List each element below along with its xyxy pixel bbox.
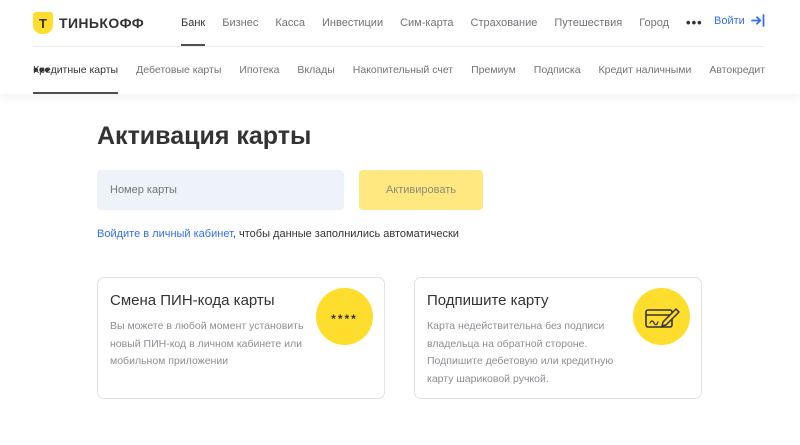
- site-header: T ТИНЬКОФФ Банк Бизнес Касса Инвестиции …: [0, 0, 800, 94]
- sub-nav-item-premium[interactable]: Премиум: [471, 47, 516, 94]
- sub-nav: Кредитные карты Дебетовые карты Ипотека …: [33, 47, 783, 94]
- top-nav: Банк Бизнес Касса Инвестиции Сим-карта С…: [181, 0, 720, 46]
- pin-card-text: Вы можете в любой момент установить новы…: [110, 320, 304, 367]
- login-button[interactable]: Войти: [714, 14, 766, 27]
- login-label: Войти: [714, 14, 745, 27]
- pin-stars-text: ****: [331, 311, 358, 326]
- top-nav-item-kassa[interactable]: Касса: [275, 0, 305, 46]
- top-nav-item-investments[interactable]: Инвестиции: [322, 0, 383, 46]
- card-with-pen-icon: [644, 307, 680, 328]
- sub-nav-item-cash-loan[interactable]: Кредит наличными: [599, 47, 692, 94]
- page-title: Активация карты: [97, 122, 312, 150]
- card-sign-icon: [633, 288, 690, 345]
- login-hint: Войдите в личный кабинет, чтобы данные з…: [97, 228, 459, 240]
- top-nav-item-business[interactable]: Бизнес: [222, 0, 258, 46]
- sub-nav-item-mortgage[interactable]: Ипотека: [239, 47, 279, 94]
- login-arrow-icon: [750, 14, 765, 27]
- pin-stars-icon: ****: [316, 288, 373, 345]
- login-hint-text: , чтобы данные заполнились автоматически: [232, 228, 459, 240]
- sign-card-text: Карта недействительна без подписи владел…: [427, 320, 614, 385]
- top-nav-item-insurance[interactable]: Страхование: [471, 0, 538, 46]
- pin-card-title: Смена ПИН-кода карты: [110, 292, 275, 309]
- top-nav-item-sim[interactable]: Сим-карта: [400, 0, 453, 46]
- top-nav-item-travel[interactable]: Путешествия: [554, 0, 622, 46]
- sign-card-card[interactable]: Подпишите карту Карта недействительна бе…: [414, 277, 702, 399]
- top-nav-item-bank[interactable]: Банк: [181, 0, 206, 46]
- sub-nav-item-car-loan[interactable]: Автокредит: [709, 47, 765, 94]
- sub-nav-item-subscription[interactable]: Подписка: [534, 47, 581, 94]
- sub-nav-more-button[interactable]: •••: [33, 47, 50, 94]
- top-nav-item-city[interactable]: Город: [639, 0, 669, 46]
- sub-nav-item-debit-cards[interactable]: Дебетовые карты: [136, 47, 221, 94]
- top-nav-more-button[interactable]: •••: [686, 0, 703, 46]
- personal-account-link[interactable]: Войдите в личный кабинет: [97, 228, 233, 240]
- pin-change-card[interactable]: Смена ПИН-кода карты Вы можете в любой м…: [97, 277, 385, 399]
- logo-shield-icon: T: [33, 12, 53, 34]
- sub-nav-item-deposits[interactable]: Вклады: [297, 47, 334, 94]
- sub-nav-item-savings[interactable]: Накопительный счет: [353, 47, 453, 94]
- card-number-input[interactable]: [97, 170, 344, 210]
- brand-logo[interactable]: T ТИНЬКОФФ: [33, 12, 144, 34]
- activate-button[interactable]: Активировать: [359, 170, 483, 210]
- brand-name: ТИНЬКОФФ: [59, 15, 145, 31]
- sign-card-title: Подпишите карту: [427, 292, 549, 309]
